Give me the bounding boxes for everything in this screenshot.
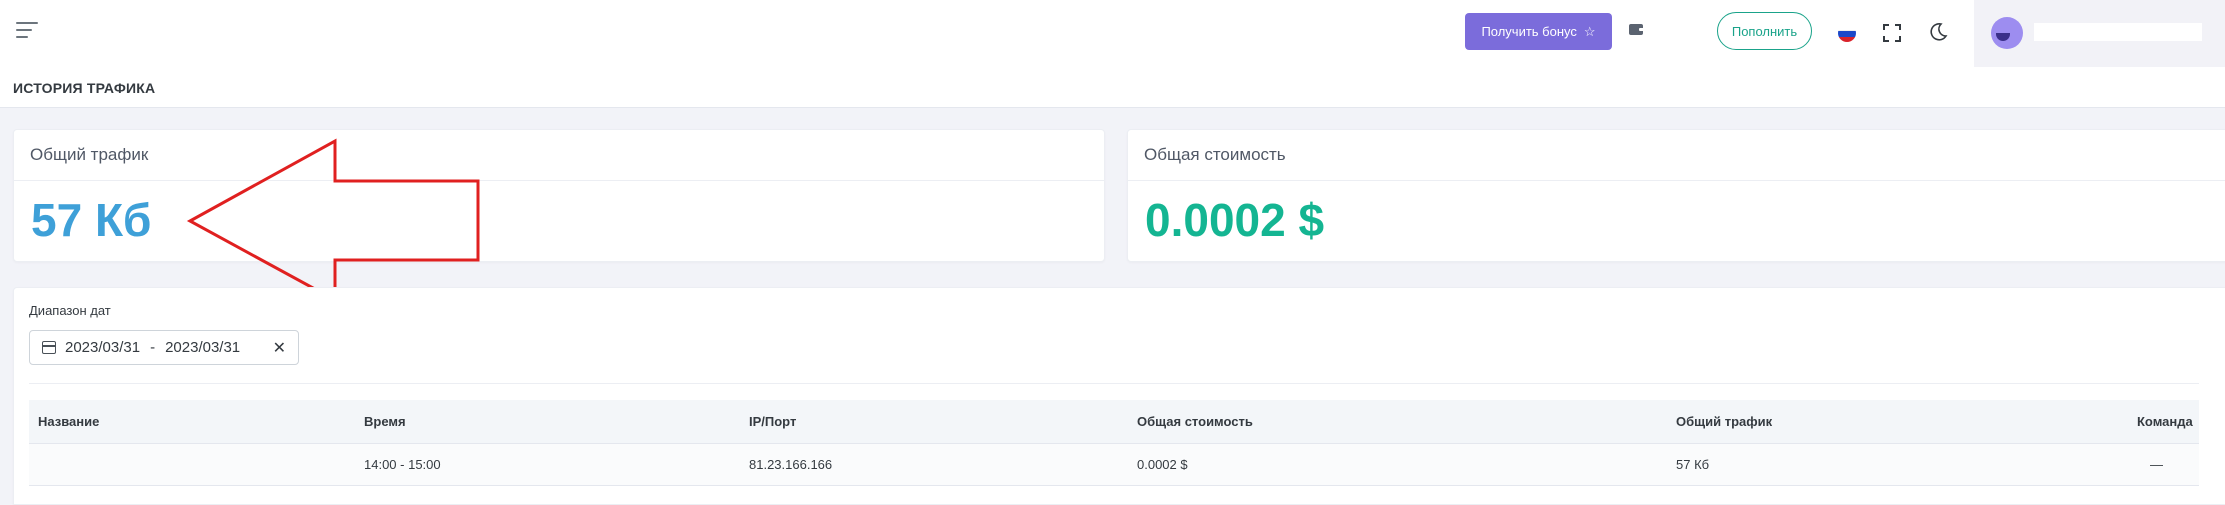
cell-total-traffic: 57 Кб <box>1676 457 1710 472</box>
column-header-command[interactable]: Команда <box>2137 414 2193 429</box>
column-header-ip-port[interactable]: IP/Порт <box>749 414 796 429</box>
column-header-name[interactable]: Название <box>38 414 99 429</box>
column-header-total-cost[interactable]: Общая стоимость <box>1137 414 1253 429</box>
total-traffic-card: Общий трафик 57 Кб <box>13 129 1105 262</box>
traffic-history-panel: Диапазон дат 2023/03/31 - 2023/03/31 ✕ Н… <box>13 287 2225 505</box>
table-header: Название Время IP/Порт Общая стоимость О… <box>29 400 2199 444</box>
user-name <box>2034 23 2202 41</box>
get-bonus-button[interactable]: Получить бонус ☆ <box>1465 13 1612 50</box>
avatar[interactable] <box>1991 17 2023 49</box>
card-header: Общая стоимость <box>1128 130 2225 181</box>
fullscreen-icon[interactable] <box>1883 24 1901 42</box>
calendar-icon <box>42 341 56 354</box>
total-cost-card: Общая стоимость 0.0002 $ <box>1127 129 2225 262</box>
top-bar: Получить бонус ☆ Пополнить <box>0 0 2225 68</box>
date-from: 2023/03/31 <box>65 339 141 356</box>
menu-icon[interactable] <box>16 22 38 42</box>
divider <box>29 383 2199 384</box>
column-header-total-traffic[interactable]: Общий трафик <box>1676 414 1772 429</box>
total-traffic-label: Общий трафик <box>30 145 149 164</box>
page-title-bar: ИСТОРИЯ ТРАФИКА <box>0 67 2225 108</box>
moon-icon[interactable] <box>1928 22 1948 42</box>
bonus-label: Получить бонус <box>1481 24 1577 39</box>
date-range-label: Диапазон дат <box>29 303 111 318</box>
russia-flag-icon[interactable] <box>1838 24 1856 42</box>
date-range-picker[interactable]: 2023/03/31 - 2023/03/31 ✕ <box>29 330 299 365</box>
table-row: 14:00 - 15:00 81.23.166.166 0.0002 $ 57 … <box>29 444 2199 486</box>
total-cost-label: Общая стоимость <box>1144 145 1286 164</box>
cell-time: 14:00 - 15:00 <box>364 457 441 472</box>
cell-total-cost: 0.0002 $ <box>1137 457 1188 472</box>
column-header-time[interactable]: Время <box>364 414 406 429</box>
user-menu[interactable] <box>1974 0 2225 67</box>
date-separator: - <box>150 339 156 356</box>
red-arrow-annotation <box>186 138 480 303</box>
total-cost-value: 0.0002 $ <box>1145 194 1325 246</box>
cell-ip-port: 81.23.166.166 <box>749 457 833 472</box>
date-to: 2023/03/31 <box>165 339 241 356</box>
top-up-button[interactable]: Пополнить <box>1717 12 1812 50</box>
page-title: ИСТОРИЯ ТРАФИКА <box>13 80 156 96</box>
clear-date-icon[interactable]: ✕ <box>273 338 286 358</box>
star-icon: ☆ <box>1583 23 1596 39</box>
cell-command: — <box>2150 457 2163 472</box>
wallet-icon[interactable] <box>1629 24 1644 35</box>
total-traffic-value: 57 Кб <box>31 194 152 246</box>
card-header: Общий трафик <box>14 130 1104 181</box>
